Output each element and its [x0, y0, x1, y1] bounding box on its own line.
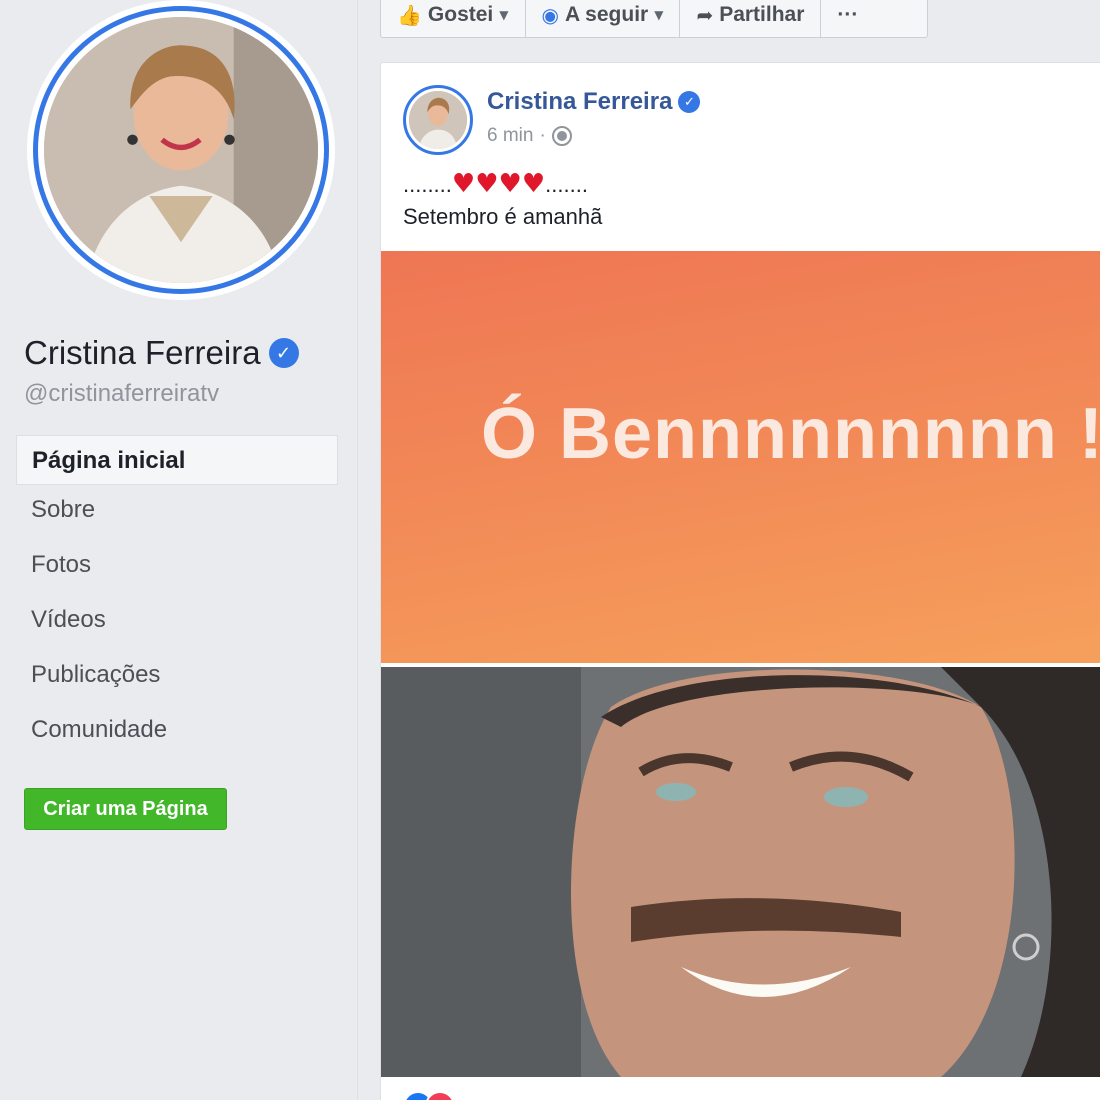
- globe-icon: [551, 126, 572, 146]
- profile-picture[interactable]: [27, 0, 335, 300]
- love-reaction-icon: [425, 1091, 455, 1100]
- page-handle[interactable]: @cristinaferreiratv: [24, 380, 219, 408]
- page-name-row: Cristina Ferreira ✓: [24, 334, 299, 372]
- hearts-emoji: ♥♥♥♥: [451, 169, 546, 199]
- post-meta: 6 min ·: [487, 125, 572, 147]
- like-label: Gostei: [427, 3, 494, 26]
- post-card: Cristina Ferreira ✓ 6 min · ........♥♥♥♥…: [380, 62, 1100, 1100]
- post-text-line-1: ........♥♥♥♥.......: [403, 168, 602, 201]
- nav-item-home[interactable]: Página inicial: [16, 435, 338, 485]
- post-author-avatar[interactable]: [403, 85, 473, 155]
- follow-label: A seguir: [564, 3, 649, 26]
- page-nav: Página inicial Sobre Fotos Vídeos Public…: [16, 435, 338, 760]
- page-name[interactable]: Cristina Ferreira: [24, 334, 261, 372]
- share-button[interactable]: ➦ Partilhar: [680, 0, 822, 37]
- more-dots-icon: ···: [837, 3, 859, 26]
- profile-photo: [44, 17, 318, 283]
- chevron-down-icon: ▼: [499, 8, 509, 22]
- post-text: ........♥♥♥♥....... Setembro é amanhã: [403, 168, 602, 233]
- thumbs-up-icon: 👍: [397, 3, 422, 27]
- page-action-bar: 👍 Gostei ▼ ◉ A seguir ▼ ➦ Partilhar ···: [380, 0, 928, 38]
- nav-item-videos[interactable]: Vídeos: [16, 595, 338, 650]
- dots-prefix: ........: [403, 172, 452, 197]
- chevron-down-icon: ▼: [654, 8, 664, 22]
- post-text-line-2: Setembro é amanhã: [403, 204, 603, 229]
- reactions-summary[interactable]: [403, 1091, 455, 1100]
- post-author-photo: [409, 91, 467, 149]
- verified-check-icon: ✓: [678, 91, 701, 113]
- post-image-photo[interactable]: [381, 667, 1100, 1077]
- post-photo-art: [381, 667, 1100, 1077]
- dots-suffix: .......: [545, 172, 588, 197]
- nav-item-photos[interactable]: Fotos: [16, 540, 338, 595]
- meta-separator: ·: [539, 125, 546, 146]
- rss-icon: ◉: [541, 3, 559, 27]
- banner-text: Ó Bennnnnnnnn !: [481, 394, 1100, 474]
- post-author-photo-art: [409, 91, 467, 149]
- post-author-row: Cristina Ferreira ✓: [487, 88, 701, 116]
- nav-item-about[interactable]: Sobre: [16, 485, 338, 540]
- nav-item-community[interactable]: Comunidade: [16, 705, 338, 760]
- post-image-banner[interactable]: Ó Bennnnnnnnn !: [381, 251, 1100, 663]
- share-arrow-icon: ➦: [696, 3, 714, 27]
- more-options-button[interactable]: ···: [821, 0, 874, 37]
- follow-button[interactable]: ◉ A seguir ▼: [526, 0, 681, 37]
- post-timestamp[interactable]: 6 min: [487, 125, 533, 147]
- verified-check-icon: ✓: [268, 338, 299, 368]
- page-sidebar: Cristina Ferreira ✓ @cristinaferreiratv …: [0, 0, 358, 1100]
- like-button[interactable]: 👍 Gostei ▼: [381, 0, 526, 37]
- share-label: Partilhar: [719, 3, 805, 26]
- nav-item-posts[interactable]: Publicações: [16, 650, 338, 705]
- profile-photo-art: [44, 17, 318, 283]
- post-author-name[interactable]: Cristina Ferreira: [487, 88, 672, 116]
- create-page-button[interactable]: Criar uma Página: [24, 788, 227, 830]
